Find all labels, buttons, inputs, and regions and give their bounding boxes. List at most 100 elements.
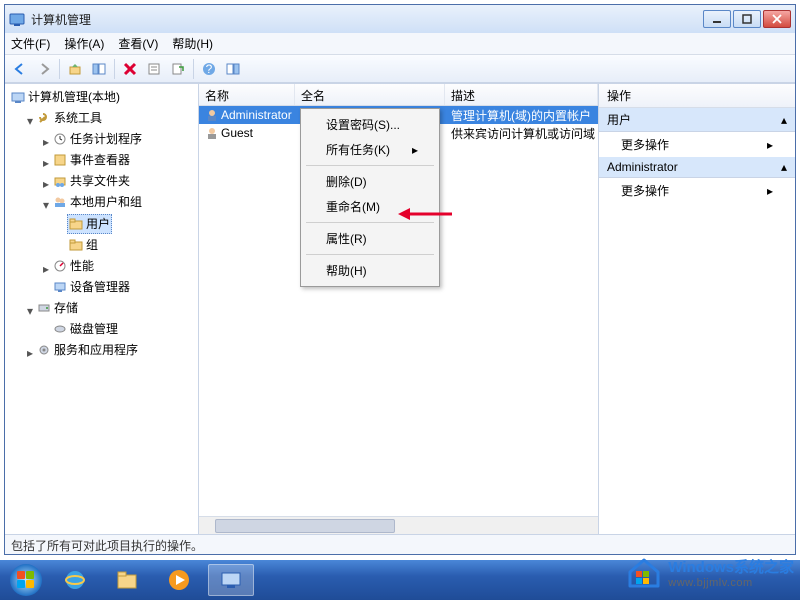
share-icon	[53, 174, 67, 188]
chevron-right-icon: ▸	[767, 138, 773, 152]
maximize-button[interactable]	[733, 10, 761, 28]
chevron-up-icon: ▴	[781, 113, 787, 127]
expander-icon[interactable]: ▸	[41, 154, 51, 172]
expander-icon[interactable]: ▾	[41, 196, 51, 214]
tree-system-tools[interactable]: 系统工具	[35, 109, 104, 127]
actions-section-user[interactable]: 用户 ▴	[599, 108, 795, 132]
expander-icon[interactable]: ▾	[25, 302, 35, 320]
cell-name: Administrator	[221, 108, 292, 122]
actions-more-admin[interactable]: 更多操作 ▸	[599, 178, 795, 203]
tree-device-manager[interactable]: 设备管理器	[51, 278, 132, 296]
properties-button[interactable]	[143, 58, 165, 80]
menu-action[interactable]: 操作(A)	[64, 35, 104, 52]
tree-performance[interactable]: 性能	[51, 257, 96, 275]
expander-icon[interactable]: ▸	[25, 344, 35, 362]
cell-desc: 管理计算机(域)的内置帐户	[445, 107, 598, 124]
col-fullname[interactable]: 全名	[295, 84, 445, 105]
task-computer-management[interactable]	[208, 564, 254, 596]
annotation-arrow-icon	[398, 205, 454, 223]
expander-icon[interactable]: ▸	[41, 175, 51, 193]
folder-icon	[69, 217, 83, 231]
expander-icon[interactable]: ▸	[41, 133, 51, 151]
watermark-title: Windows系统之家	[668, 556, 794, 577]
task-explorer[interactable]	[104, 564, 150, 596]
user-icon	[205, 108, 219, 122]
disk-icon	[53, 322, 67, 336]
task-ie[interactable]	[52, 564, 98, 596]
clock-icon	[53, 132, 67, 146]
show-hide-tree-button[interactable]	[88, 58, 110, 80]
menu-properties[interactable]: 属性(R)	[304, 226, 436, 251]
menu-separator	[306, 254, 434, 255]
menu-set-password[interactable]: 设置密码(S)...	[304, 112, 436, 137]
help-button[interactable]: ?	[198, 58, 220, 80]
menu-delete[interactable]: 删除(D)	[304, 169, 436, 194]
actions-title: 操作	[599, 84, 795, 108]
tools-icon	[37, 111, 51, 125]
back-button[interactable]	[9, 58, 31, 80]
device-icon	[53, 280, 67, 294]
menu-all-tasks[interactable]: 所有任务(K)▸	[304, 137, 436, 162]
folder-icon	[69, 238, 83, 252]
start-button[interactable]	[6, 560, 46, 600]
event-icon	[53, 153, 67, 167]
tree-disk-management[interactable]: 磁盘管理	[51, 320, 120, 338]
cell-desc: 供来宾访问计算机或访问域	[445, 125, 598, 142]
actions-pane: 操作 用户 ▴ 更多操作 ▸ Administrator ▴ 更多操作 ▸	[599, 84, 795, 534]
svg-text:?: ?	[206, 62, 213, 76]
house-icon	[626, 554, 662, 590]
expander-icon[interactable]: ▾	[25, 112, 35, 130]
chevron-right-icon: ▸	[412, 143, 418, 157]
list-header: 名称 全名 描述	[199, 84, 598, 106]
actions-section-admin[interactable]: Administrator ▴	[599, 157, 795, 178]
up-button[interactable]	[64, 58, 86, 80]
gear-icon	[37, 343, 51, 357]
menu-view[interactable]: 查看(V)	[118, 35, 158, 52]
toolbar: ?	[5, 55, 795, 83]
scrollbar-thumb[interactable]	[215, 519, 395, 533]
col-name[interactable]: 名称	[199, 84, 295, 105]
perf-icon	[53, 259, 67, 273]
menu-help[interactable]: 帮助(H)	[304, 258, 436, 283]
window-controls	[703, 10, 791, 28]
tree-local-users[interactable]: 本地用户和组	[51, 193, 144, 211]
cell-name: Guest	[221, 126, 253, 140]
menu-help[interactable]: 帮助(H)	[172, 35, 213, 52]
storage-icon	[37, 301, 51, 315]
minimize-button[interactable]	[703, 10, 731, 28]
forward-button[interactable]	[33, 58, 55, 80]
menu-file[interactable]: 文件(F)	[11, 35, 50, 52]
tree-services-apps[interactable]: 服务和应用程序	[35, 341, 140, 359]
actions-more-user[interactable]: 更多操作 ▸	[599, 132, 795, 157]
menubar: 文件(F) 操作(A) 查看(V) 帮助(H)	[5, 33, 795, 55]
statusbar: 包括了所有可对此项目执行的操作。	[5, 534, 795, 554]
show-hide-action-button[interactable]	[222, 58, 244, 80]
context-menu: 设置密码(S)... 所有任务(K)▸ 删除(D) 重命名(M) 属性(R) 帮…	[300, 108, 440, 287]
computer-icon	[11, 90, 25, 104]
tree-shared-folders[interactable]: 共享文件夹	[51, 172, 132, 190]
tree-storage[interactable]: 存储	[35, 299, 80, 317]
task-media-player[interactable]	[156, 564, 202, 596]
tree-task-scheduler[interactable]: 任务计划程序	[51, 130, 144, 148]
chevron-up-icon: ▴	[781, 160, 787, 174]
watermark-url: www.bjjmlv.com	[668, 577, 794, 589]
export-button[interactable]	[167, 58, 189, 80]
tree-pane[interactable]: 计算机管理(本地) ▾系统工具 ▸任务计划程序 ▸事件查看器 ▸共享文件夹 ▾本…	[5, 84, 199, 534]
tree-event-viewer[interactable]: 事件查看器	[51, 151, 132, 169]
expander-icon[interactable]: ▸	[41, 260, 51, 278]
horizontal-scrollbar[interactable]	[199, 516, 598, 534]
app-icon	[9, 11, 25, 27]
users-icon	[53, 195, 67, 209]
tree-groups[interactable]: 组	[67, 236, 100, 254]
delete-button[interactable]	[119, 58, 141, 80]
titlebar[interactable]: 计算机管理	[5, 5, 795, 33]
window-title: 计算机管理	[31, 11, 703, 28]
chevron-right-icon: ▸	[767, 184, 773, 198]
tree-users[interactable]: 用户	[67, 214, 112, 234]
col-desc[interactable]: 描述	[445, 84, 598, 105]
tree-root[interactable]: 计算机管理(本地)	[9, 88, 122, 106]
watermark: Windows系统之家 www.bjjmlv.com	[626, 554, 794, 590]
user-icon	[205, 126, 219, 140]
menu-separator	[306, 165, 434, 166]
close-button[interactable]	[763, 10, 791, 28]
